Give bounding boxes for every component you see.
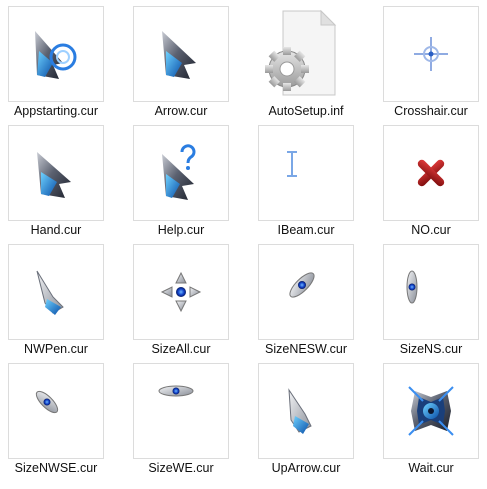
sizewe-cursor-icon <box>158 385 194 397</box>
appstarting-cursor-icon <box>35 31 77 79</box>
file-thumbnail[interactable] <box>8 244 104 340</box>
file-item[interactable]: AutoSetup.inf <box>250 0 362 118</box>
file-thumbnail[interactable] <box>133 125 229 221</box>
file-thumbnail[interactable] <box>8 125 104 221</box>
sizens-cursor-icon <box>406 270 418 304</box>
file-thumbnail[interactable] <box>133 244 229 340</box>
hand-cursor-icon <box>37 152 71 198</box>
file-item[interactable]: Crosshair.cur <box>375 0 487 118</box>
file-name: SizeNESW.cur <box>265 342 347 356</box>
file-name: Arrow.cur <box>154 104 208 118</box>
file-name: UpArrow.cur <box>271 461 341 475</box>
help-cursor-icon <box>162 144 196 200</box>
sizenwse-cursor-icon <box>35 390 59 414</box>
file-name: Wait.cur <box>408 461 454 475</box>
file-name: AutoSetup.inf <box>268 104 344 118</box>
file-item[interactable]: SizeWE.cur <box>125 357 237 475</box>
file-name: SizeAll.cur <box>151 342 211 356</box>
file-item[interactable]: NWPen.cur <box>0 238 112 356</box>
file-grid: Appstarting.cur Arrow.cur AutoSetup.inf … <box>0 0 487 489</box>
file-name: IBeam.cur <box>277 223 335 237</box>
wait-cursor-icon <box>408 386 454 436</box>
sizenesw-cursor-icon <box>289 272 315 298</box>
file-name: Hand.cur <box>30 223 82 237</box>
file-name: SizeNS.cur <box>399 342 463 356</box>
file-thumbnail[interactable] <box>8 6 104 102</box>
crosshair-cursor-icon <box>414 37 448 71</box>
file-item[interactable]: Hand.cur <box>0 119 112 237</box>
file-thumbnail[interactable] <box>383 6 479 102</box>
file-thumbnail[interactable] <box>133 363 229 459</box>
file-thumbnail[interactable] <box>383 244 479 340</box>
file-item[interactable]: Wait.cur <box>375 357 487 475</box>
file-thumbnail[interactable] <box>383 125 479 221</box>
file-name: Help.cur <box>157 223 205 237</box>
file-name: SizeWE.cur <box>148 461 214 475</box>
file-item[interactable]: UpArrow.cur <box>250 357 362 475</box>
file-item[interactable]: SizeNWSE.cur <box>0 357 112 475</box>
file-name: Appstarting.cur <box>13 104 99 118</box>
file-item[interactable]: Help.cur <box>125 119 237 237</box>
file-name: NWPen.cur <box>24 342 88 356</box>
file-item[interactable]: SizeNESW.cur <box>250 238 362 356</box>
arrow-cursor-icon <box>162 31 196 79</box>
uparrow-cursor-icon <box>288 388 312 434</box>
settings-file-icon <box>265 9 337 96</box>
ibeam-cursor-icon <box>287 151 297 177</box>
file-thumbnail[interactable] <box>258 125 354 221</box>
no-cursor-icon <box>417 159 445 187</box>
file-name: SizeNWSE.cur <box>14 461 98 475</box>
file-thumbnail[interactable] <box>8 363 104 459</box>
file-name: Crosshair.cur <box>394 104 468 118</box>
file-item[interactable]: Appstarting.cur <box>0 0 112 118</box>
file-thumbnail[interactable] <box>258 244 354 340</box>
file-item[interactable]: NO.cur <box>375 119 487 237</box>
file-thumbnail[interactable] <box>383 363 479 459</box>
file-name: NO.cur <box>411 223 451 237</box>
file-item[interactable]: SizeAll.cur <box>125 238 237 356</box>
file-thumbnail[interactable] <box>133 6 229 102</box>
file-item[interactable]: Arrow.cur <box>125 0 237 118</box>
file-item[interactable]: SizeNS.cur <box>375 238 487 356</box>
file-thumbnail[interactable] <box>258 363 354 459</box>
pen-cursor-icon <box>36 270 64 315</box>
file-thumbnail[interactable] <box>258 6 354 102</box>
sizeall-cursor-icon <box>160 271 202 313</box>
file-item[interactable]: IBeam.cur <box>250 119 362 237</box>
